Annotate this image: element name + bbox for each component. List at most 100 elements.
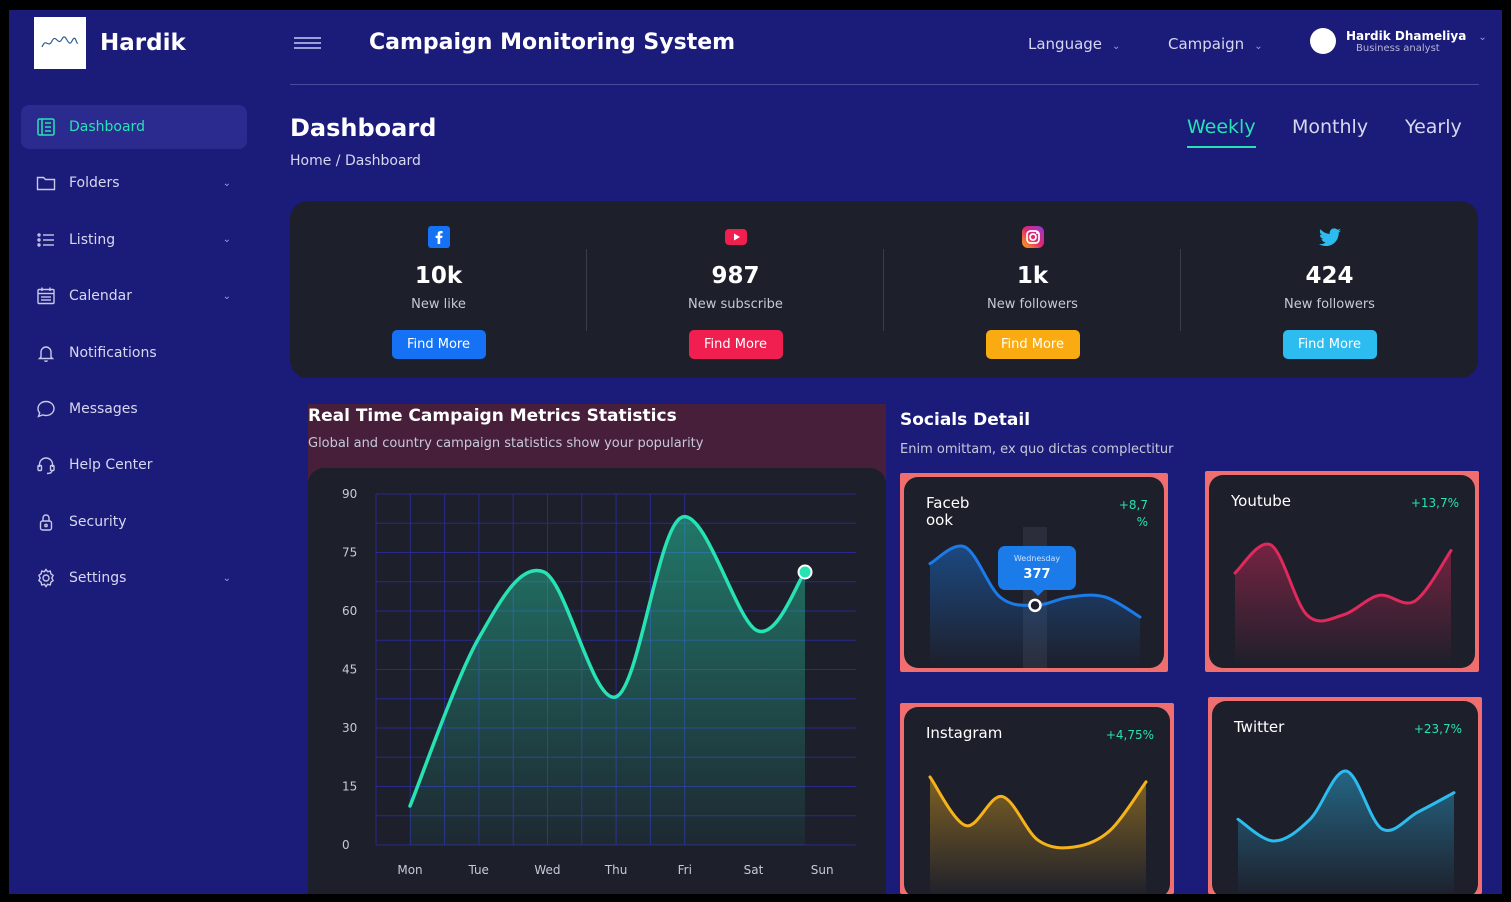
chart-card: 0 15 30 45 60 75 90 Mon Tue Wed Thu Fri Sat Sun [308,468,886,894]
user-name: Hardik Dhameliya [1346,28,1467,43]
user-menu[interactable]: Hardik Dhameliya Business analyst ⌄ [1310,28,1487,54]
header-divider [290,84,1479,85]
campaign-label: Campaign [1168,35,1245,53]
youtube-card-frame: Youtube +13,7% [1205,471,1479,672]
tab-weekly[interactable]: Weekly [1187,116,1256,148]
calendar-icon [36,286,56,306]
metrics-chart[interactable]: 0 15 30 45 60 75 90 Mon Tue Wed Thu Fri Sat Sun [308,468,886,894]
instagram-icon [1021,225,1045,249]
logo [34,17,86,69]
find-more-button[interactable]: Find More [391,330,486,359]
stat-youtube: 987 New subscribe Find More [587,201,884,378]
facebook-card-frame: Faceb ook +8,7% Wednesday 377 [900,473,1168,672]
sidebar-item-label: Dashboard [69,119,145,135]
brand[interactable]: Hardik [34,17,186,69]
active-point-marker[interactable] [797,564,813,580]
sidebar-item-label: Calendar [69,288,132,305]
sidebar-item-label: Listing [69,231,116,248]
social-card-instagram[interactable]: Instagram +4,75% [904,707,1170,894]
metrics-panel: Real Time Campaign Metrics Statistics Gl… [308,404,886,894]
x-tick-label: Thu [604,863,628,877]
sidebar-item-label: Messages [69,400,138,417]
y-tick-label: 60 [342,604,357,618]
message-icon [36,399,56,419]
series-area [410,516,806,845]
social-card-twitter[interactable]: Twitter +23,7% [1212,701,1478,894]
social-name-line-2: ook [926,511,954,529]
hover-point-marker[interactable] [1028,598,1042,613]
twitter-card-frame: Twitter +23,7% [1208,697,1482,894]
sidebar-item-folders[interactable]: Folders ⌄ [21,161,247,205]
social-name: Faceb ook [926,495,969,529]
stat-facebook: 10k New like Find More [290,201,587,378]
find-more-button[interactable]: Find More [688,330,783,359]
breadcrumb[interactable]: Home / Dashboard [290,153,421,169]
stat-label: New like [411,297,466,312]
sidebar-item-dashboard[interactable]: Dashboard [21,105,247,149]
social-name: Twitter [1234,718,1285,736]
sidebar-item-settings[interactable]: Settings ⌄ [21,556,247,600]
find-more-button[interactable]: Find More [985,330,1080,359]
social-name: Instagram [926,724,1003,742]
x-tick-label: Tue [467,863,489,877]
y-tick-label: 15 [342,780,357,794]
stat-value: 10k [414,263,463,289]
sparkline-area [930,777,1146,894]
y-tick-label: 75 [342,546,357,560]
sidebar-item-listing[interactable]: Listing ⌄ [21,218,247,262]
social-name: Youtube [1231,492,1291,510]
sidebar-item-label: Security [69,513,127,530]
chevron-down-icon: ⌄ [1254,41,1263,52]
sidebar-item-label: Folders [69,175,120,192]
x-tick-label: Fri [678,863,692,877]
social-change: +8,7% [1119,497,1148,531]
social-card-youtube[interactable]: Youtube +13,7% [1209,475,1475,668]
tab-monthly[interactable]: Monthly [1292,116,1368,138]
social-change-line-2: % [1136,515,1148,529]
user-role: Business analyst [1356,42,1440,54]
y-tick-label: 90 [342,487,357,501]
chevron-down-icon: ⌄ [1478,31,1487,43]
headset-icon [36,455,56,475]
stat-label: New followers [987,297,1078,312]
sidebar-item-security[interactable]: Security [21,500,247,544]
x-tick-label: Wed [534,863,560,877]
social-name-line-1: Faceb [926,494,970,512]
gear-icon [36,568,56,588]
language-dropdown[interactable]: Language ⌄ [1028,35,1120,53]
sidebar-item-notifications[interactable]: Notifications [21,331,247,375]
find-more-button[interactable]: Find More [1282,330,1377,359]
sparkline-area [1238,770,1454,894]
sidebar-item-label: Settings [69,570,127,587]
y-tick-label: 45 [342,663,357,677]
sparkline-area [1235,543,1451,668]
chevron-down-icon: ⌄ [1112,41,1121,52]
tab-yearly[interactable]: Yearly [1405,116,1462,138]
x-tick-label: Mon [397,863,422,877]
signature-logo-icon [41,36,79,48]
y-tick-label: 0 [342,838,350,852]
folder-icon [36,173,56,193]
stat-twitter: 424 New followers Find More [1181,201,1478,378]
sidebar-item-messages[interactable]: Messages [21,387,247,431]
list-icon [36,230,56,250]
page-title: Dashboard [290,114,437,142]
brand-name: Hardik [100,30,186,56]
social-change: +23,7% [1413,722,1462,736]
metrics-title: Real Time Campaign Metrics Statistics [308,406,677,426]
y-tick-label: 30 [342,721,357,735]
x-tick-label: Sat [744,863,764,877]
lock-icon [36,512,56,532]
social-card-facebook[interactable]: Faceb ook +8,7% Wednesday 377 [904,477,1164,668]
socials-title: Socials Detail [900,410,1031,430]
stats-panel: 10k New like Find More 987 New subscribe… [290,201,1478,378]
sidebar-item-help-center[interactable]: Help Center [21,443,247,487]
menu-toggle-icon[interactable] [294,37,321,49]
chevron-down-icon: ⌄ [222,290,231,302]
sidebar-item-calendar[interactable]: Calendar ⌄ [21,274,247,318]
social-change: +4,75% [1105,728,1154,742]
campaign-dropdown[interactable]: Campaign ⌄ [1168,35,1263,53]
tooltip-value: 377 [1023,567,1051,582]
bell-icon [36,343,56,363]
sidebar-item-label: Help Center [69,457,153,474]
